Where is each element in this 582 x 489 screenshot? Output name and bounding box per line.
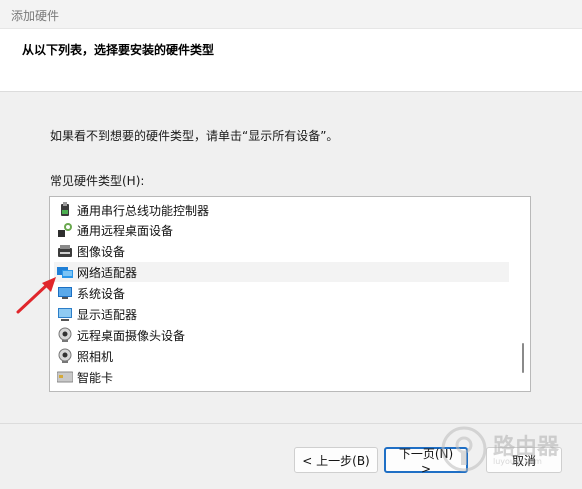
list-item-label: 显示适配器 bbox=[77, 307, 138, 322]
list-item-remote-webcam[interactable]: 远程桌面摄像头设备 bbox=[54, 325, 509, 345]
webcam-icon bbox=[57, 327, 73, 343]
wizard-header: 从以下列表，选择要安装的硬件类型 bbox=[0, 29, 582, 92]
hardware-list-label: 常见硬件类型(H): bbox=[50, 174, 145, 188]
list-item-system-device[interactable]: 系统设备 bbox=[54, 283, 509, 303]
page-heading: 从以下列表，选择要安装的硬件类型 bbox=[22, 43, 215, 57]
list-item-label: 通用远程桌面设备 bbox=[77, 223, 174, 238]
camera-icon bbox=[57, 348, 73, 364]
scroll-thumb[interactable] bbox=[522, 343, 524, 373]
instruction-text: 如果看不到想要的硬件类型，请单击“显示所有设备”。 bbox=[50, 129, 339, 143]
list-item-label: 智能卡 bbox=[77, 370, 114, 385]
list-scrollbar[interactable] bbox=[516, 197, 530, 391]
list-item-remote-desktop-device[interactable]: 通用远程桌面设备 bbox=[54, 220, 509, 240]
list-item-smart-card[interactable]: 智能卡 bbox=[54, 367, 509, 387]
usb-icon bbox=[57, 202, 73, 218]
red-arrow-annotation bbox=[16, 277, 56, 314]
list-item-network-adapter[interactable]: 网络适配器 bbox=[54, 262, 509, 282]
router-logo-icon bbox=[441, 426, 487, 472]
list-item-camera[interactable]: 照相机 bbox=[54, 346, 509, 366]
watermark-subtext: luyouqi.com bbox=[493, 457, 542, 466]
list-item-imaging-device[interactable]: 图像设备 bbox=[54, 241, 509, 261]
list-item-label: 照相机 bbox=[77, 349, 114, 364]
list-item-label: 网络适配器 bbox=[77, 265, 138, 280]
smart-card-icon bbox=[56, 369, 74, 385]
list-item-label: 远程桌面摄像头设备 bbox=[77, 328, 186, 343]
title-bar: 添加硬件 bbox=[0, 0, 582, 29]
remote-desktop-device-icon bbox=[57, 222, 73, 238]
list-item-label: 系统设备 bbox=[77, 286, 126, 301]
hardware-type-listbox[interactable]: 通用串行总线功能控制器 通用远程桌面设备 图像设备 网络适配器 系统设备 显示适… bbox=[49, 196, 531, 392]
watermark: 路由器 luyouqi.com bbox=[438, 423, 578, 473]
window-title: 添加硬件 bbox=[11, 9, 60, 23]
imaging-device-icon bbox=[57, 243, 73, 259]
list-item-label: 通用串行总线功能控制器 bbox=[77, 203, 210, 218]
list-item-label: 图像设备 bbox=[77, 244, 126, 259]
list-item-display-adapter[interactable]: 显示适配器 bbox=[54, 304, 509, 324]
list-item-usb[interactable]: 通用串行总线功能控制器 bbox=[54, 200, 509, 220]
back-button[interactable]: < 上一步(B) bbox=[294, 447, 378, 473]
